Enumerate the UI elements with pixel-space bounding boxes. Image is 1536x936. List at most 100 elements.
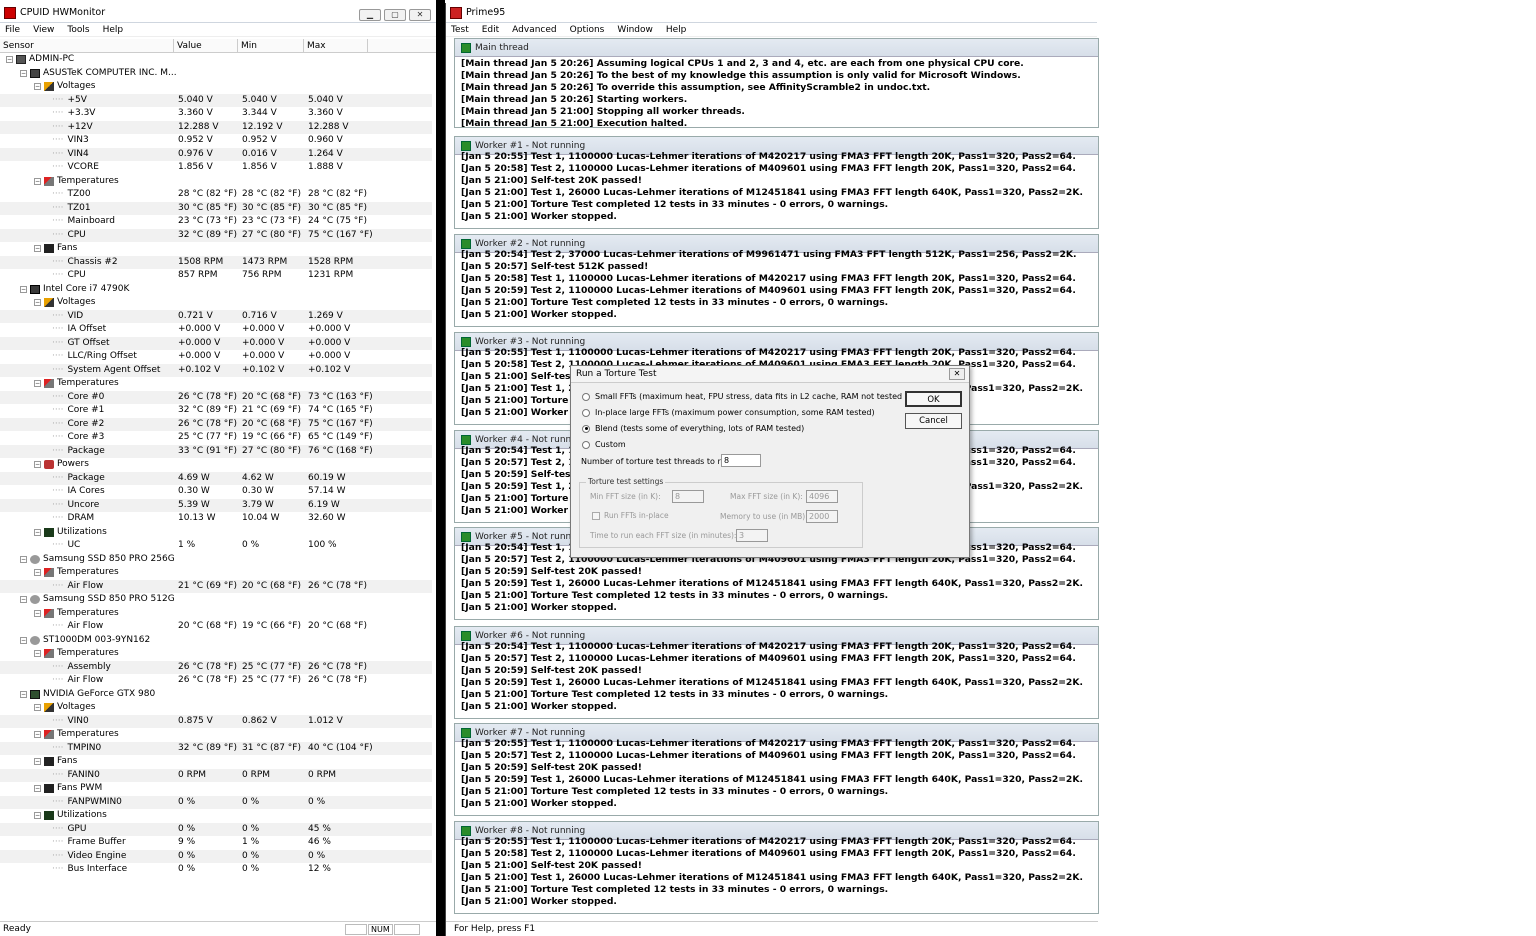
worker-log[interactable]: [Jan 5 20:54] Test 2, 37000 Lucas-Lehmer… bbox=[455, 249, 1098, 321]
menu-test[interactable]: Test bbox=[451, 25, 469, 35]
sensor-group-row[interactable]: − Powers bbox=[0, 458, 432, 472]
sensor-row[interactable]: ···· CPU 857 RPM 756 RPM 1231 RPM bbox=[0, 269, 432, 283]
threads-input[interactable]: 8 bbox=[721, 454, 761, 467]
collapse-icon[interactable]: − bbox=[34, 731, 41, 739]
blend-radio[interactable]: Blend (tests some of everything, lots of… bbox=[582, 424, 804, 433]
worker-window[interactable]: Worker #2 - Not running [Jan 5 20:54] Tes… bbox=[454, 234, 1099, 327]
worker-log[interactable]: [Jan 5 20:55] Test 1, 1100000 Lucas-Lehm… bbox=[455, 836, 1098, 908]
menu-tools[interactable]: Tools bbox=[67, 25, 89, 35]
dialog-close-icon[interactable]: ✕ bbox=[949, 368, 965, 380]
sensor-row[interactable]: ···· TZ00 28 °C (82 °F) 28 °C (82 °F) 28 °C … bbox=[0, 188, 432, 202]
large-ffts-radio[interactable]: In-place large FFTs (maximum power consu… bbox=[582, 408, 875, 417]
small-ffts-radio[interactable]: Small FFTs (maximum heat, FPU stress, da… bbox=[582, 392, 930, 401]
sensor-row[interactable]: ···· Bus Interface 0 % 0 % 12 % bbox=[0, 863, 432, 877]
sensor-group-row[interactable]: − Temperatures bbox=[0, 607, 432, 621]
column-sensor[interactable]: Sensor bbox=[0, 39, 174, 52]
menu-advanced[interactable]: Advanced bbox=[512, 25, 556, 35]
minimize-icon[interactable]: ▁ bbox=[359, 9, 381, 21]
collapse-icon[interactable]: − bbox=[20, 69, 27, 77]
sensor-group-row[interactable]: − ADMIN-PC bbox=[0, 53, 432, 67]
sensor-row[interactable]: ···· Core #2 26 °C (78 °F) 20 °C (68 °F) 75 … bbox=[0, 417, 432, 431]
radio-button-icon[interactable] bbox=[582, 392, 590, 401]
cancel-button[interactable]: Cancel bbox=[905, 413, 962, 429]
custom-radio[interactable]: Custom bbox=[582, 440, 626, 449]
sensor-group-row[interactable]: − Temperatures bbox=[0, 566, 432, 580]
worker-titlebar[interactable]: Main thread bbox=[455, 39, 1098, 57]
collapse-icon[interactable]: − bbox=[20, 596, 27, 604]
sensor-group-row[interactable]: − Fans bbox=[0, 755, 432, 769]
min-fft-input[interactable]: 8 bbox=[672, 490, 704, 503]
sensor-row[interactable]: ···· +12V 12.288 V 12.192 V 12.288 V bbox=[0, 120, 432, 134]
sensor-group-row[interactable]: − Temperatures bbox=[0, 377, 432, 391]
radio-button-icon[interactable] bbox=[582, 440, 590, 449]
sensor-row[interactable]: ···· VIN0 0.875 V 0.862 V 1.012 V bbox=[0, 714, 432, 728]
sensor-group-row[interactable]: − Samsung SSD 850 PRO 256G bbox=[0, 553, 432, 567]
ok-button[interactable]: OK bbox=[905, 391, 962, 407]
sensor-row[interactable]: ···· Air Flow 21 °C (69 °F) 20 °C (68 °F) 26… bbox=[0, 579, 432, 593]
collapse-icon[interactable]: − bbox=[34, 245, 41, 253]
sensor-row[interactable]: ···· UC 1 % 0 % 100 % bbox=[0, 539, 432, 553]
sensor-group-row[interactable]: − Utilizations bbox=[0, 809, 432, 823]
max-fft-input[interactable]: 4096 bbox=[806, 490, 838, 503]
sensor-row[interactable]: ···· Video Engine 0 % 0 % 0 % bbox=[0, 849, 432, 863]
collapse-icon[interactable]: − bbox=[34, 461, 41, 469]
sensor-row[interactable]: ···· Package 33 °C (91 °F) 27 °C (80 °F) 76 … bbox=[0, 444, 432, 458]
sensor-group-row[interactable]: − Fans PWM bbox=[0, 782, 432, 796]
collapse-icon[interactable]: − bbox=[34, 528, 41, 536]
worker-log[interactable]: [Jan 5 20:54] Test 1, 1100000 Lucas-Lehm… bbox=[455, 641, 1098, 713]
sensor-group-row[interactable]: − Temperatures bbox=[0, 175, 432, 189]
worker-log[interactable]: [Jan 5 20:55] Test 1, 1100000 Lucas-Lehm… bbox=[455, 151, 1098, 223]
sensor-row[interactable]: ···· Air Flow 26 °C (78 °F) 25 °C (77 °F) 26… bbox=[0, 674, 432, 688]
sensor-row[interactable]: ···· Assembly 26 °C (78 °F) 25 °C (77 °F) 26… bbox=[0, 660, 432, 674]
sensor-row[interactable]: ···· GT Offset +0.000 V +0.000 V +0.000 V bbox=[0, 336, 432, 350]
sensor-row[interactable]: ···· Frame Buffer 9 % 1 % 46 % bbox=[0, 836, 432, 850]
worker-log[interactable]: [Jan 5 20:55] Test 1, 1100000 Lucas-Lehm… bbox=[455, 738, 1098, 810]
worker-log[interactable]: [Main thread Jan 5 20:26] Assuming logic… bbox=[455, 58, 1098, 127]
menu-window[interactable]: Window bbox=[617, 25, 653, 35]
sensor-row[interactable]: ···· Package 4.69 W 4.62 W 60.19 W bbox=[0, 471, 432, 485]
sensor-row[interactable]: ···· LLC/Ring Offset +0.000 V +0.000 V +0.00… bbox=[0, 350, 432, 364]
sensor-tree[interactable]: − ADMIN-PC − ASUSTeK COMPUTER INC. M... − Vol… bbox=[0, 53, 436, 879]
collapse-icon[interactable]: − bbox=[20, 555, 27, 563]
sensor-group-row[interactable]: − Utilizations bbox=[0, 526, 432, 540]
column-value[interactable]: Value bbox=[174, 39, 238, 52]
sensor-row[interactable]: ···· Core #3 25 °C (77 °F) 19 °C (66 °F) 65 … bbox=[0, 431, 432, 445]
column-min[interactable]: Min bbox=[238, 39, 304, 52]
sensor-group-row[interactable]: − Temperatures bbox=[0, 728, 432, 742]
sensor-row[interactable]: ···· Mainboard 23 °C (73 °F) 23 °C (73 °F) 2… bbox=[0, 215, 432, 229]
maximize-icon[interactable]: ▢ bbox=[384, 9, 406, 21]
sensor-row[interactable]: ···· TMPIN0 32 °C (89 °F) 31 °C (87 °F) 40 °… bbox=[0, 741, 432, 755]
menu-edit[interactable]: Edit bbox=[482, 25, 499, 35]
main-thread-window[interactable]: Main thread [Main thread Jan 5 20:26] Ass… bbox=[454, 38, 1099, 128]
collapse-icon[interactable]: − bbox=[34, 83, 41, 91]
time-input[interactable]: 3 bbox=[736, 529, 768, 542]
close-icon[interactable]: ✕ bbox=[409, 9, 431, 21]
sensor-group-row[interactable]: − Voltages bbox=[0, 80, 432, 94]
collapse-icon[interactable]: − bbox=[34, 609, 41, 617]
sensor-row[interactable]: ···· Core #1 32 °C (89 °F) 21 °C (69 °F) 74 … bbox=[0, 404, 432, 418]
collapse-icon[interactable]: − bbox=[6, 56, 13, 64]
sensor-row[interactable]: ···· +5V 5.040 V 5.040 V 5.040 V bbox=[0, 93, 432, 107]
sensor-group-row[interactable]: − Temperatures bbox=[0, 647, 432, 661]
worker-window[interactable]: Worker #8 - Not running [Jan 5 20:55] Tes… bbox=[454, 821, 1099, 914]
sensor-row[interactable]: ···· TZ01 30 °C (85 °F) 30 °C (85 °F) 30 °C … bbox=[0, 201, 432, 215]
sensor-row[interactable]: ···· VIN3 0.952 V 0.952 V 0.960 V bbox=[0, 134, 432, 148]
worker-window[interactable]: Worker #7 - Not running [Jan 5 20:55] Tes… bbox=[454, 723, 1099, 816]
collapse-icon[interactable]: − bbox=[34, 650, 41, 658]
sensor-row[interactable]: ···· DRAM 10.13 W 10.04 W 32.60 W bbox=[0, 512, 432, 526]
sensor-row[interactable]: ···· VIN4 0.976 V 0.016 V 1.264 V bbox=[0, 147, 432, 161]
sensor-row[interactable]: ···· Chassis #2 1508 RPM 1473 RPM 1528 RPM bbox=[0, 255, 432, 269]
sensor-row[interactable]: ···· GPU 0 % 0 % 45 % bbox=[0, 822, 432, 836]
run-inplace-checkbox[interactable] bbox=[592, 512, 600, 520]
collapse-icon[interactable]: − bbox=[20, 690, 27, 698]
menu-options[interactable]: Options bbox=[570, 25, 605, 35]
column-max[interactable]: Max bbox=[304, 39, 368, 52]
radio-button-icon[interactable] bbox=[582, 424, 590, 433]
sensor-row[interactable]: ···· Air Flow 20 °C (68 °F) 19 °C (66 °F) 20… bbox=[0, 620, 432, 634]
menu-file[interactable]: File bbox=[5, 25, 20, 35]
sensor-row[interactable]: ···· Core #0 26 °C (78 °F) 20 °C (68 °F) 73 … bbox=[0, 390, 432, 404]
sensor-row[interactable]: ···· VCORE 1.856 V 1.856 V 1.888 V bbox=[0, 161, 432, 175]
collapse-icon[interactable]: − bbox=[34, 758, 41, 766]
collapse-icon[interactable]: − bbox=[34, 177, 41, 185]
sensor-group-row[interactable]: − Voltages bbox=[0, 296, 432, 310]
